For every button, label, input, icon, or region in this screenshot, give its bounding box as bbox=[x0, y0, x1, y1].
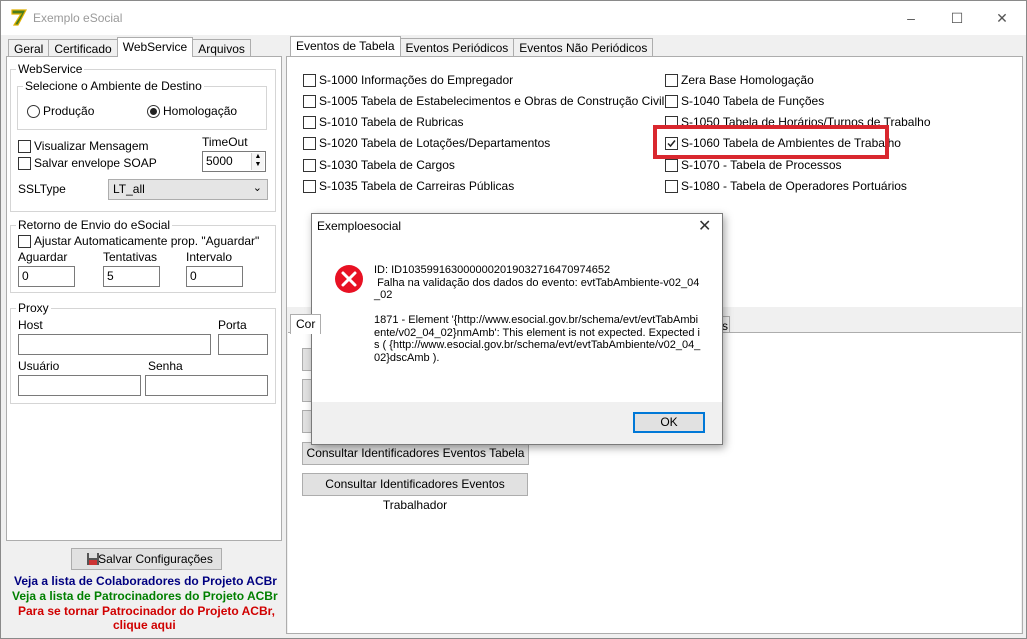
event-checkbox[interactable] bbox=[303, 116, 316, 129]
radio-producao[interactable] bbox=[27, 105, 40, 118]
usuario-input[interactable] bbox=[18, 375, 141, 396]
clique-aqui-link[interactable]: clique aqui bbox=[113, 618, 176, 632]
error-dialog: Exemploesocial ✕ ID: ID10359916300000020… bbox=[311, 213, 723, 445]
dialog-title: Exemploesocial bbox=[317, 219, 402, 233]
consultar-eventos-tabela-button[interactable]: Consultar Identificadores Eventos Tabela bbox=[302, 442, 529, 465]
app-window: Exemplo eSocial – ☐ ✕ Geral Certificado … bbox=[0, 0, 1027, 639]
event-label: Zera Base Homologação bbox=[681, 73, 814, 87]
event-checkbox[interactable] bbox=[303, 74, 316, 87]
tab-geral[interactable]: Geral bbox=[8, 39, 50, 57]
close-button[interactable]: ✕ bbox=[979, 1, 1025, 35]
tentativas-label: Tentativas bbox=[103, 250, 158, 264]
left-settings-panel: WebService Selecione o Ambiente de Desti… bbox=[6, 56, 282, 541]
patrocinadores-link[interactable]: Veja a lista de Patrocinadores do Projet… bbox=[12, 589, 278, 603]
maximize-button[interactable]: ☐ bbox=[934, 1, 980, 35]
tab-arquivos[interactable]: Arquivos bbox=[192, 39, 251, 57]
radio-homologacao[interactable] bbox=[147, 105, 160, 118]
proxy-group: Proxy Host Porta Usuário Senha bbox=[10, 301, 276, 404]
title-bar: Exemplo eSocial – ☐ ✕ bbox=[1, 1, 1026, 35]
event-label: S-1040 Tabela de Funções bbox=[681, 94, 825, 108]
event-checkbox[interactable] bbox=[303, 180, 316, 193]
event-label: S-1080 - Tabela de Operadores Portuários bbox=[681, 179, 907, 193]
ajustar-automaticamente-checkbox[interactable] bbox=[18, 235, 31, 248]
webservice-group: WebService Selecione o Ambiente de Desti… bbox=[10, 62, 276, 212]
porta-label: Porta bbox=[218, 318, 247, 332]
porta-input[interactable] bbox=[218, 334, 268, 355]
event-checkbox[interactable] bbox=[303, 95, 316, 108]
event-checkbox[interactable] bbox=[665, 74, 678, 87]
ssltype-value: LT_all bbox=[113, 182, 145, 196]
event-checkbox[interactable] bbox=[665, 180, 678, 193]
event-label: S-1070 - Tabela de Processos bbox=[681, 158, 842, 172]
visualizar-mensagem-checkbox[interactable] bbox=[18, 140, 31, 153]
dialog-message: ID: ID1035991630000002019032716470974652… bbox=[374, 264, 701, 364]
tornar-patrocinador-link[interactable]: Para se tornar Patrocinador do Projeto A… bbox=[18, 604, 275, 618]
app-logo-icon bbox=[11, 9, 27, 26]
event-checkbox[interactable] bbox=[665, 95, 678, 108]
lower-tab[interactable]: Cor bbox=[290, 314, 322, 334]
proxy-group-title: Proxy bbox=[16, 301, 51, 315]
chevron-down-icon: ⌄ bbox=[252, 182, 262, 194]
consultar-eventos-trabalhador-button[interactable]: Consultar Identificadores Eventos Trabal… bbox=[302, 473, 528, 512]
retorno-group: Retorno de Envio do eSocial Ajustar Auto… bbox=[10, 218, 276, 293]
event-checkbox[interactable] bbox=[303, 159, 316, 172]
webservice-group-title: WebService bbox=[16, 62, 85, 76]
event-label: S-1035 Tabela de Carreiras Públicas bbox=[319, 179, 515, 193]
tentativas-input[interactable]: 5 bbox=[103, 266, 160, 287]
event-label: S-1030 Tabela de Cargos bbox=[319, 158, 455, 172]
salvar-envelope-label: Salvar envelope SOAP bbox=[34, 156, 157, 170]
intervalo-label: Intervalo bbox=[186, 250, 233, 264]
event-label: S-1010 Tabela de Rubricas bbox=[319, 115, 464, 129]
window-title: Exemplo eSocial bbox=[33, 11, 123, 25]
error-icon bbox=[335, 265, 363, 293]
intervalo-input[interactable]: 0 bbox=[186, 266, 243, 287]
event-label: S-1000 Informações do Empregador bbox=[319, 73, 514, 87]
ajustar-automaticamente-label: Ajustar Automaticamente prop. "Aguardar" bbox=[34, 234, 260, 248]
colaboradores-link[interactable]: Veja a lista de Colaboradores do Projeto… bbox=[14, 574, 277, 588]
host-input[interactable] bbox=[18, 334, 211, 355]
annotation-highlight bbox=[653, 125, 889, 159]
floppy-disk-icon bbox=[86, 552, 100, 566]
ok-button[interactable]: OK bbox=[633, 412, 705, 433]
tab-eventos-periodicos[interactable]: Eventos Periódicos bbox=[399, 38, 515, 56]
retorno-group-title: Retorno de Envio do eSocial bbox=[16, 218, 173, 232]
environment-group: Selecione o Ambiente de Destino Produção… bbox=[17, 79, 267, 130]
radio-producao-label: Produção bbox=[43, 104, 95, 118]
save-settings-button[interactable]: Salvar Configurações bbox=[71, 548, 222, 570]
timeout-spinner[interactable]: ▲ ▼ bbox=[251, 153, 264, 170]
visualizar-mensagem-label: Visualizar Mensagem bbox=[34, 139, 149, 153]
aguardar-label: Aguardar bbox=[18, 250, 68, 264]
minimize-button[interactable]: – bbox=[888, 1, 934, 35]
aguardar-input[interactable]: 0 bbox=[18, 266, 75, 287]
save-settings-label: Salvar Configurações bbox=[98, 552, 213, 566]
senha-input[interactable] bbox=[145, 375, 268, 396]
event-label: S-1005 Tabela de Estabelecimentos e Obra… bbox=[319, 94, 665, 108]
event-checkbox[interactable] bbox=[303, 137, 316, 150]
environment-group-title: Selecione o Ambiente de Destino bbox=[23, 79, 204, 93]
senha-label: Senha bbox=[148, 359, 183, 373]
timeout-label: TimeOut bbox=[202, 135, 248, 149]
tab-eventos-nao-periodicos[interactable]: Eventos Não Periódicos bbox=[513, 38, 654, 56]
tab-eventos-tabela[interactable]: Eventos de Tabela bbox=[290, 36, 401, 56]
dialog-close-icon[interactable]: ✕ bbox=[698, 216, 711, 236]
tab-certificado[interactable]: Certificado bbox=[48, 39, 118, 57]
usuario-label: Usuário bbox=[18, 359, 60, 373]
host-label: Host bbox=[18, 318, 43, 332]
ssltype-label: SSLType bbox=[18, 182, 66, 196]
salvar-envelope-checkbox[interactable] bbox=[18, 157, 31, 170]
event-checkbox[interactable] bbox=[665, 159, 678, 172]
event-label: S-1020 Tabela de Lotações/Departamentos bbox=[319, 136, 551, 150]
ssltype-select[interactable]: LT_all ⌄ bbox=[108, 179, 268, 200]
tab-webservice[interactable]: WebService bbox=[116, 37, 194, 57]
right-tab-strip: Eventos de Tabela Eventos Periódicos Eve… bbox=[290, 36, 654, 58]
radio-homologacao-label: Homologação bbox=[163, 104, 238, 118]
